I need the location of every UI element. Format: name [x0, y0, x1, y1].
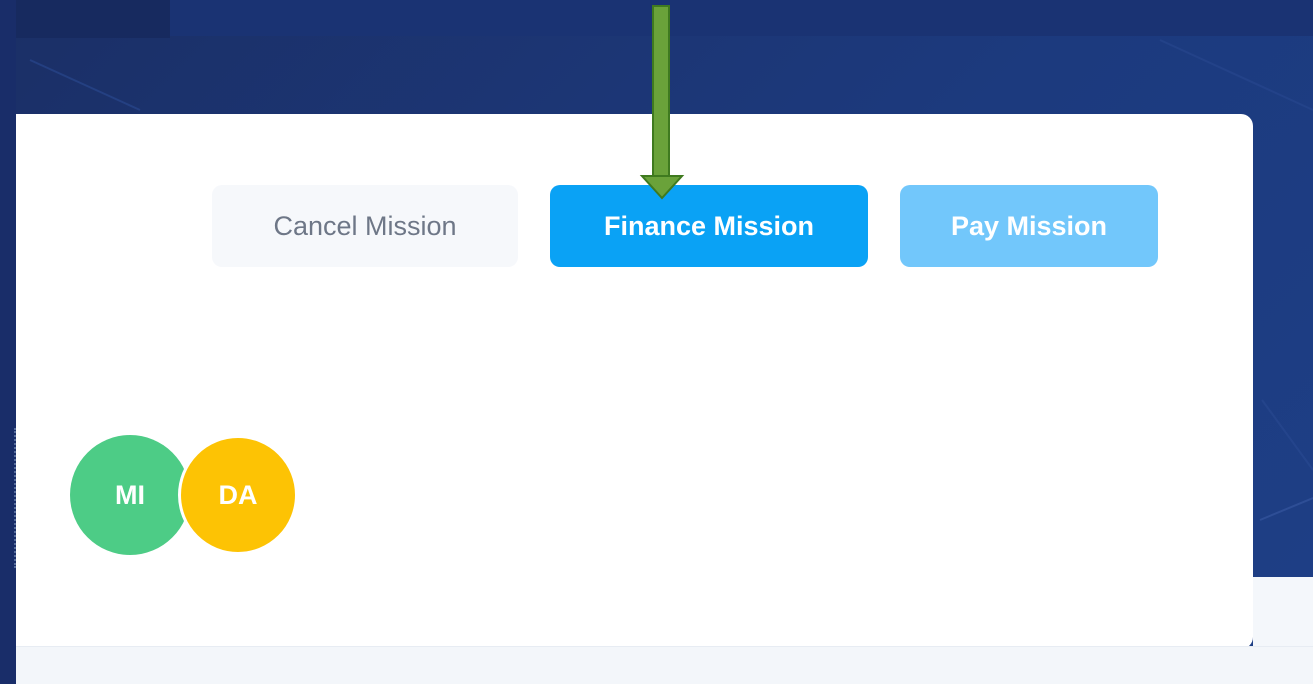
- lower-panel: [16, 646, 1313, 684]
- finance-mission-button[interactable]: Finance Mission: [550, 185, 868, 267]
- avatar-da: DA: [178, 435, 298, 555]
- cancel-mission-button[interactable]: Cancel Mission: [212, 185, 518, 267]
- avatar-mi: MI: [70, 435, 190, 555]
- arrow-down-icon: [639, 5, 685, 200]
- pay-mission-button[interactable]: Pay Mission: [900, 185, 1158, 267]
